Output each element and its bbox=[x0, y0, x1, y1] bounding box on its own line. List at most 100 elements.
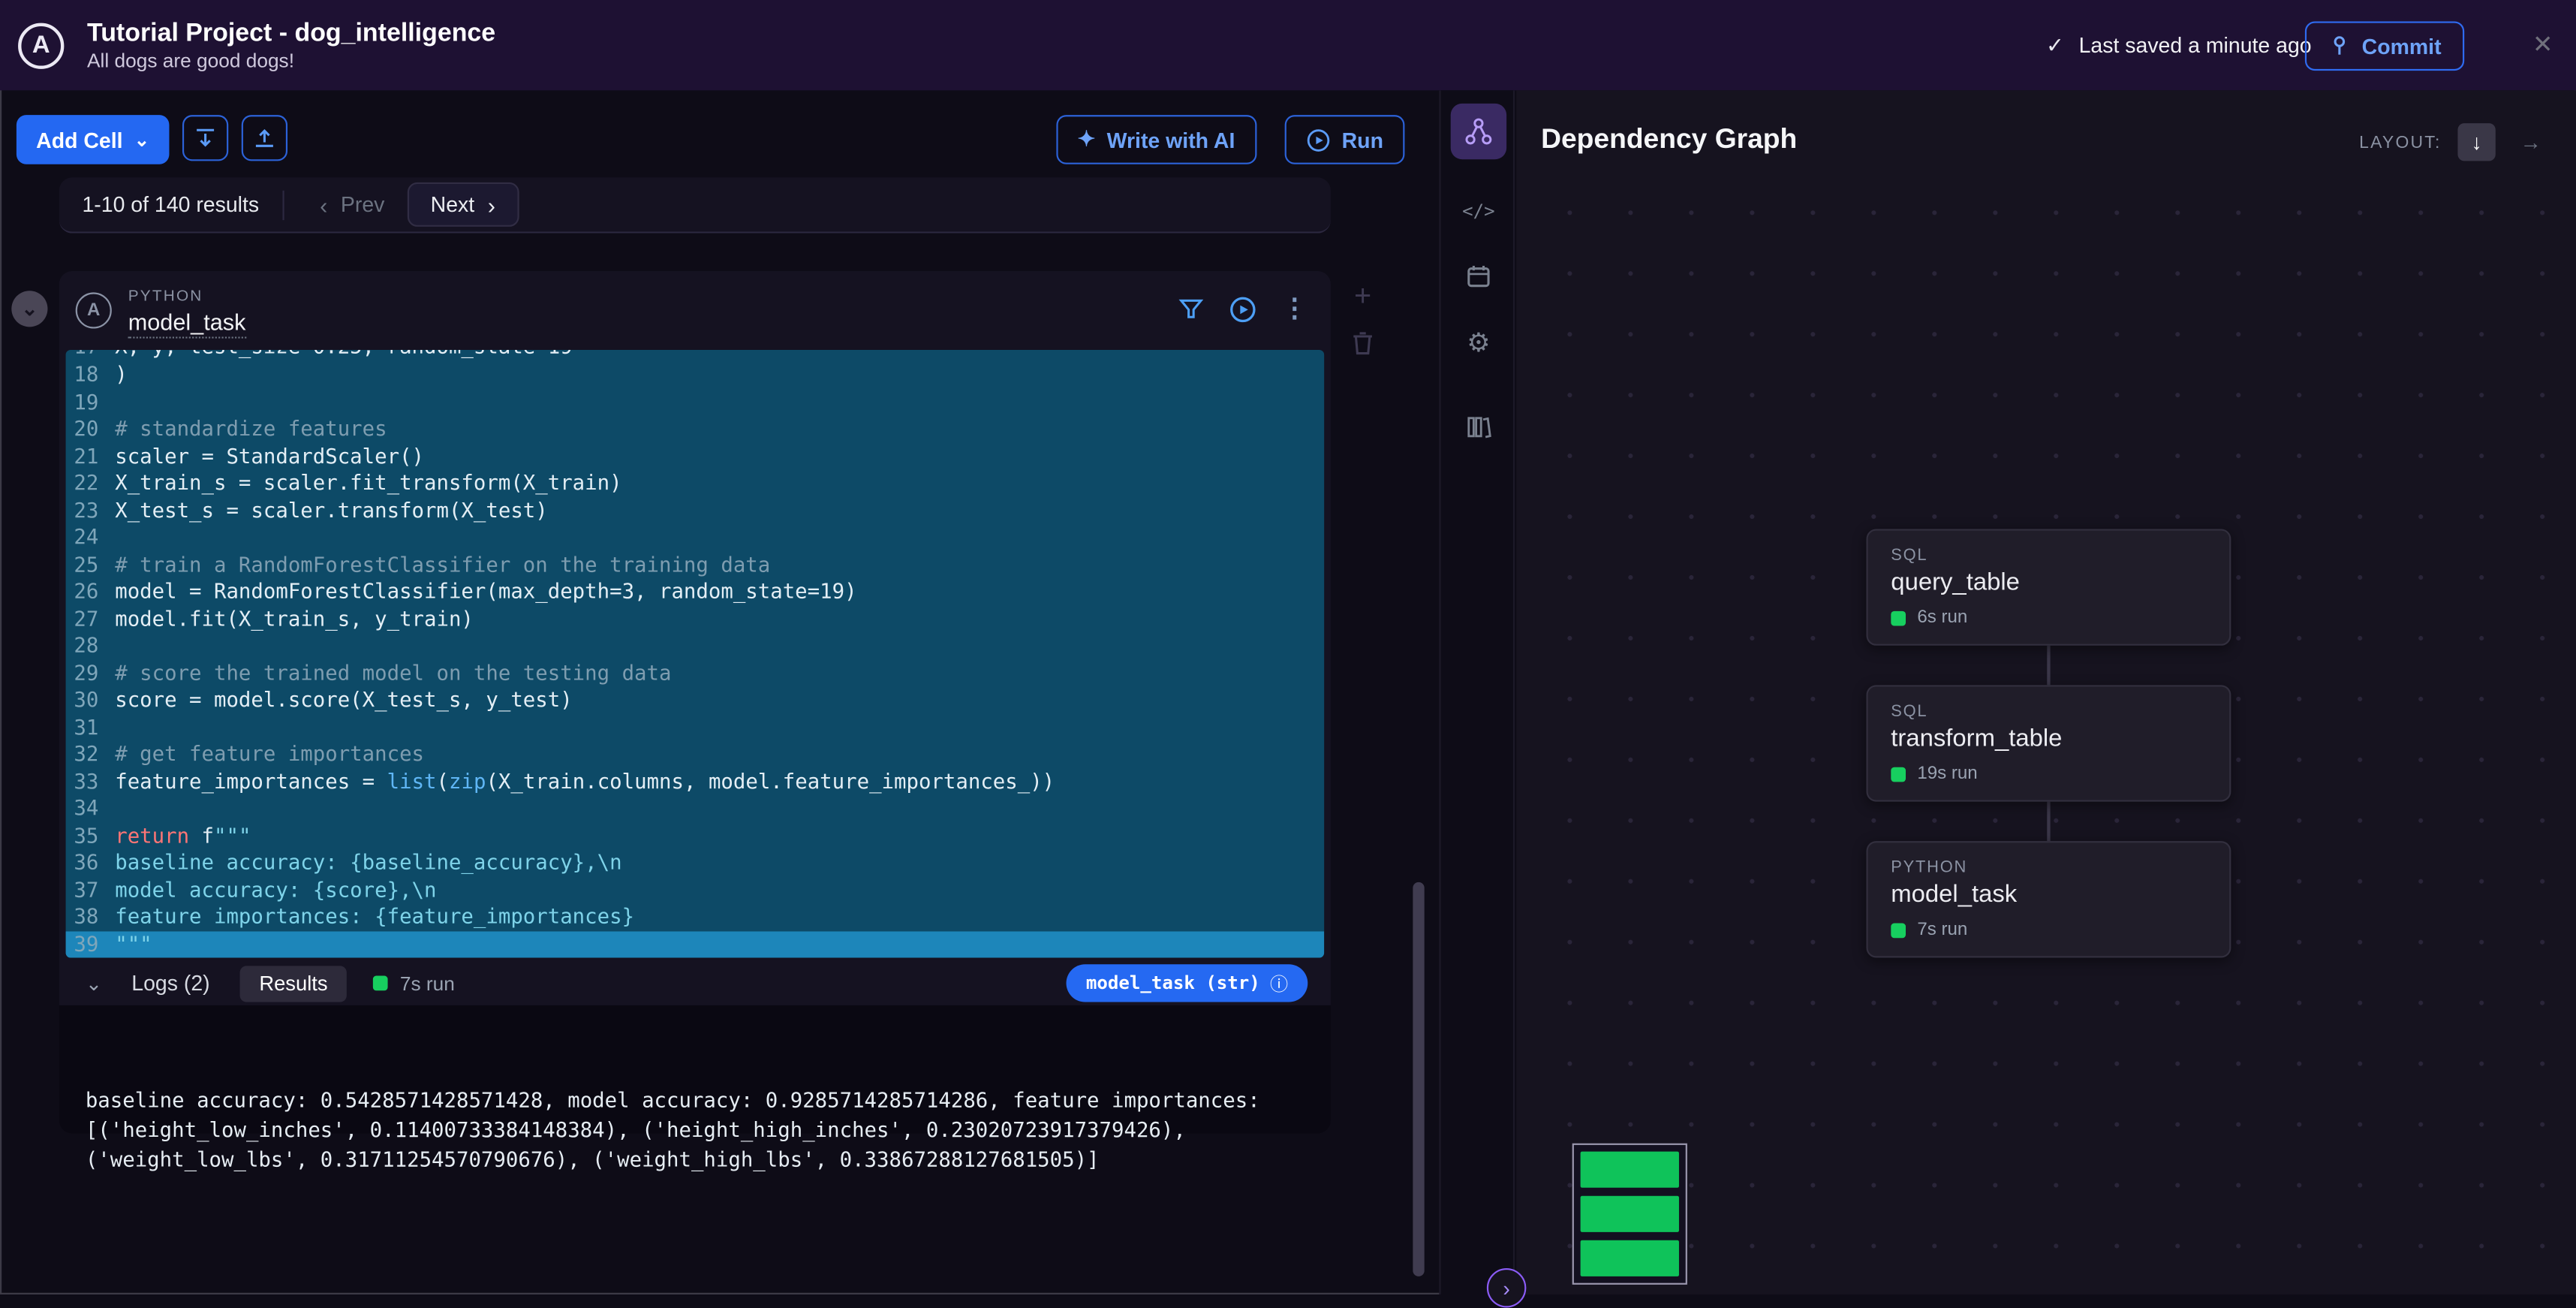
divider bbox=[282, 190, 284, 219]
gear-icon: ⚙ bbox=[1467, 326, 1490, 357]
check-icon: ✓ bbox=[2046, 32, 2064, 59]
write-with-ai-button[interactable]: ✦ Write with AI bbox=[1056, 115, 1256, 164]
chevron-down-icon: ⌄ bbox=[134, 130, 149, 151]
node-run-status: 6s run bbox=[1891, 607, 2206, 627]
collapse-cell-button[interactable]: ⌄ bbox=[11, 291, 47, 327]
code-line: 39""" bbox=[66, 930, 1325, 957]
run-success-icon bbox=[374, 976, 389, 991]
line-number: 34 bbox=[66, 795, 116, 822]
sidebar-item-library[interactable] bbox=[1451, 399, 1506, 455]
logs-tab[interactable]: Logs (2) bbox=[131, 971, 209, 996]
sidebar-item-dependency-graph[interactable] bbox=[1451, 104, 1506, 159]
trash-icon[interactable] bbox=[1350, 330, 1375, 357]
run-success-icon bbox=[1891, 767, 1906, 782]
output-line: [('height_low_inches', 0.114007333841483… bbox=[86, 1116, 1305, 1145]
app-window: A Tutorial Project - dog_intelligence Al… bbox=[0, 0, 2576, 1294]
graph-node-query_table[interactable]: SQL query_table 6s run bbox=[1866, 529, 2231, 645]
sidebar-item-schedule[interactable] bbox=[1451, 248, 1506, 303]
code-line: 31 bbox=[66, 714, 1325, 741]
prev-page-button[interactable]: ‹ Prev bbox=[320, 192, 384, 217]
chevron-down-icon[interactable]: ⌄ bbox=[86, 972, 102, 995]
output-variable-pill[interactable]: model_task (str) ⓘ bbox=[1067, 964, 1308, 1002]
run-success-icon bbox=[1891, 922, 1906, 937]
commit-label: Commit bbox=[2362, 34, 2442, 59]
node-name: query_table bbox=[1891, 568, 2206, 596]
insert-above-icon bbox=[194, 126, 217, 149]
code-line: 28 bbox=[66, 632, 1325, 659]
results-count-text: 1-10 of 140 results bbox=[82, 192, 259, 217]
expand-panel-button[interactable]: › bbox=[1487, 1268, 1527, 1308]
layout-controls: LAYOUT: ↓ → bbox=[2359, 123, 2550, 161]
vertical-scrollbar[interactable] bbox=[1413, 882, 1424, 1276]
layout-vertical-button[interactable]: ↓ bbox=[2457, 123, 2495, 161]
line-number: 38 bbox=[66, 903, 116, 930]
code-lines: 18)1920# standardize features21scaler = … bbox=[66, 361, 1325, 957]
node-type-label: SQL bbox=[1891, 547, 2206, 565]
graph-node-model_task[interactable]: PYTHONmodel_task7s run bbox=[1866, 841, 2231, 957]
app-logo-icon[interactable]: A bbox=[18, 23, 64, 68]
line-number: 19 bbox=[66, 388, 116, 415]
run-success-icon bbox=[1891, 610, 1906, 625]
line-number: 30 bbox=[66, 687, 116, 714]
run-button[interactable]: Run bbox=[1284, 115, 1404, 164]
code-line: 24 bbox=[66, 524, 1325, 551]
line-number: 32 bbox=[66, 741, 116, 768]
project-subtitle: All dogs are good dogs! bbox=[87, 49, 495, 74]
sparkle-icon: ✦ bbox=[1077, 126, 1095, 152]
graph-title: Dependency Graph bbox=[1541, 123, 1797, 156]
side-toolbar: </> ⚙ bbox=[1439, 90, 1515, 1294]
cell-logo-icon: A bbox=[76, 292, 112, 328]
code-line: 23X_test_s = scaler.transform(X_test) bbox=[66, 497, 1325, 524]
node-name: model_task bbox=[1891, 881, 2206, 909]
graph-node-transform_table[interactable]: SQLtransform_table19s run bbox=[1866, 685, 2231, 801]
line-number: 36 bbox=[66, 849, 116, 876]
line-number: 35 bbox=[66, 822, 116, 849]
line-number: 37 bbox=[66, 876, 116, 903]
info-icon: ⓘ bbox=[1270, 970, 1288, 996]
code-line: 27model.fit(X_train_s, y_train) bbox=[66, 605, 1325, 632]
commit-button[interactable]: Commit bbox=[2304, 21, 2464, 71]
insert-cell-above-button[interactable] bbox=[182, 115, 228, 161]
kebab-menu-icon[interactable]: ⋮ bbox=[1281, 292, 1308, 325]
add-cell-button[interactable]: Add Cell ⌄ bbox=[17, 115, 169, 164]
project-titles: Tutorial Project - dog_intelligence All … bbox=[87, 17, 495, 73]
line-number: 27 bbox=[66, 605, 116, 632]
filter-icon[interactable] bbox=[1178, 296, 1204, 322]
insert-cell-below-button[interactable] bbox=[242, 115, 287, 161]
run-time-text: 6s run bbox=[1917, 607, 1967, 627]
dependency-graph-icon bbox=[1464, 116, 1493, 146]
sidebar-item-code[interactable]: </> bbox=[1451, 182, 1506, 238]
run-time-text: 7s run bbox=[400, 972, 455, 995]
calendar-icon bbox=[1465, 263, 1491, 289]
close-icon[interactable]: ✕ bbox=[2532, 29, 2553, 59]
cell-side-actions: + bbox=[1350, 284, 1375, 356]
next-page-button[interactable]: Next › bbox=[408, 182, 519, 227]
layout-horizontal-button[interactable]: → bbox=[2512, 123, 2550, 161]
sidebar-item-settings[interactable]: ⚙ bbox=[1451, 314, 1506, 369]
code-line: 32# get feature importances bbox=[66, 741, 1325, 768]
cell-name-input[interactable]: model_task bbox=[128, 309, 246, 338]
run-cell-icon[interactable] bbox=[1229, 295, 1256, 323]
node-run-status: 7s run bbox=[1891, 920, 2206, 939]
graph-edge bbox=[2047, 802, 2050, 842]
cell-header: A PYTHON model_task ⋮ bbox=[59, 271, 1331, 350]
sheet-preview[interactable] bbox=[1572, 1144, 1687, 1285]
project-title: Tutorial Project - dog_intelligence bbox=[87, 17, 495, 49]
code-editor[interactable]: 17X, y, test_size=0.25, random_state=19 … bbox=[66, 350, 1325, 957]
line-number: 29 bbox=[66, 659, 116, 686]
cell-footer: ⌄ Logs (2) Results 7s run model_task (st… bbox=[59, 961, 1331, 1005]
play-circle-icon bbox=[1305, 128, 1330, 152]
chevron-right-icon: › bbox=[488, 196, 495, 212]
line-number: 33 bbox=[66, 768, 116, 795]
cell-model-task: A PYTHON model_task ⋮ bbox=[59, 271, 1331, 1134]
insert-below-icon bbox=[253, 126, 276, 149]
cell-language-label: PYTHON bbox=[128, 288, 203, 306]
layout-label: LAYOUT: bbox=[2359, 132, 2441, 152]
run-time-text: 7s run bbox=[1917, 920, 1967, 939]
line-number: 23 bbox=[66, 497, 116, 524]
code-line: 30score = model.score(X_test_s, y_test) bbox=[66, 687, 1325, 714]
code-line: 20# standardize features bbox=[66, 416, 1325, 443]
add-icon[interactable]: + bbox=[1350, 284, 1375, 307]
line-number: 39 bbox=[66, 930, 116, 957]
results-tab[interactable]: Results bbox=[239, 965, 348, 1001]
